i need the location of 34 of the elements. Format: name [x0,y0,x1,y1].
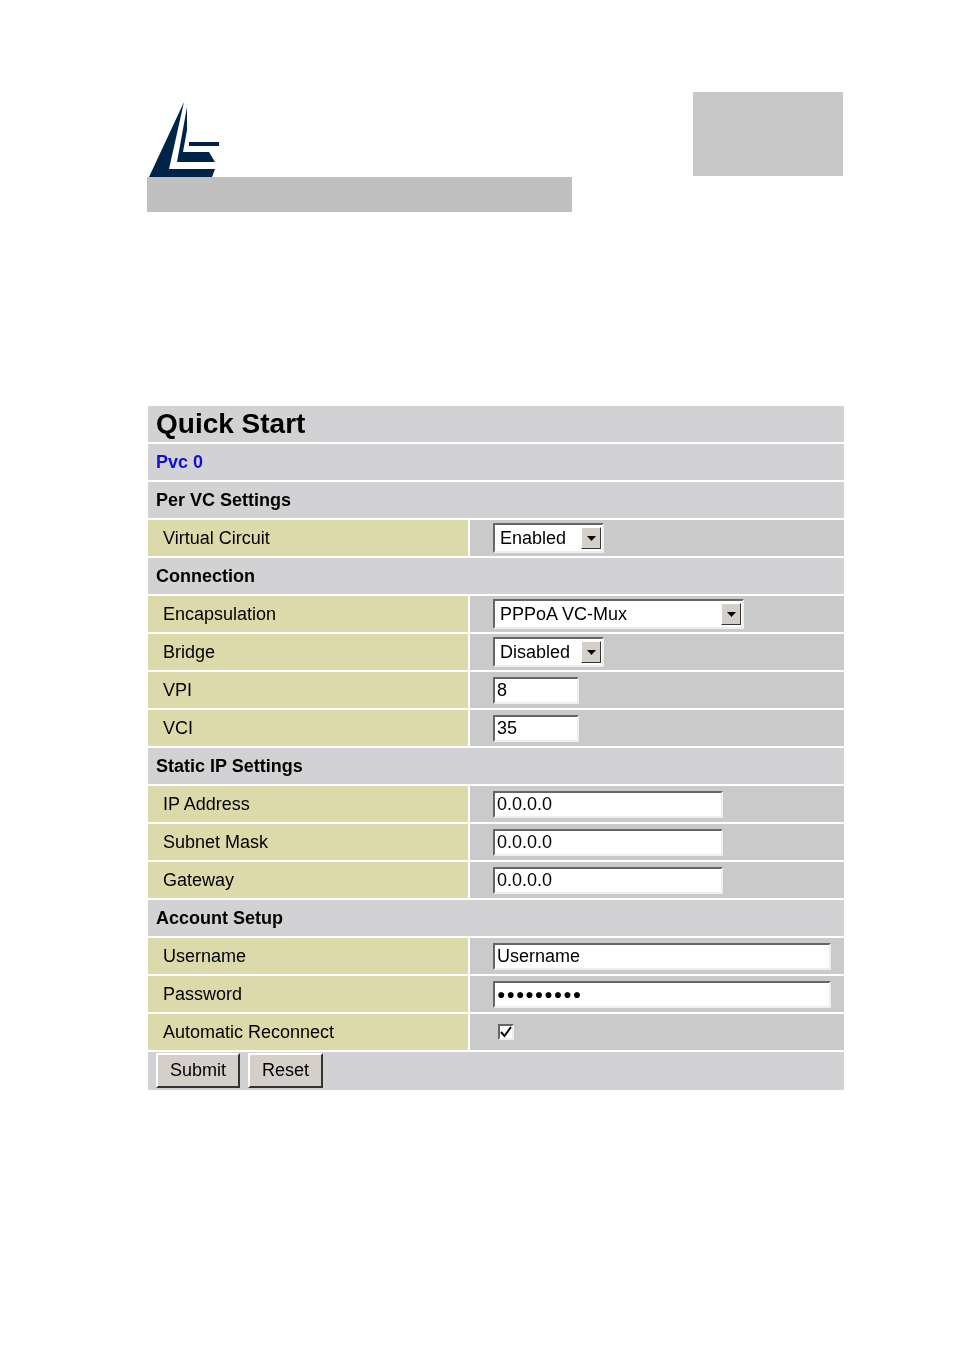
section-heading: Connection [155,565,256,587]
input-field[interactable]: Username [493,942,831,970]
dropdown-arrow-icon [586,649,596,655]
field-label: Subnet Mask [148,824,470,860]
field-label: VCI [148,710,470,746]
pvc-label: Pvc 0 [155,451,205,473]
checkbox[interactable] [498,1024,514,1040]
submit-button[interactable]: Submit [156,1053,241,1088]
dropdown[interactable]: PPPoA VC-Mux [493,599,744,629]
reset-button[interactable]: Reset [248,1053,324,1088]
password-field[interactable]: ●●●●●●●●● [493,980,831,1008]
section-heading: Account Setup [155,907,284,929]
input-field[interactable]: 8 [493,676,579,704]
dropdown[interactable]: Enabled [493,523,604,553]
page-title: Quick Start [155,407,307,441]
field-label: Password [148,976,470,1012]
dropdown-arrow-icon [726,611,736,617]
field-label: Username [148,938,470,974]
dropdown-arrow-icon [586,535,596,541]
field-label: Bridge [148,634,470,670]
field-label: VPI [148,672,470,708]
field-label: Encapsulation [148,596,470,632]
input-field[interactable]: 0.0.0.0 [493,790,723,818]
input-field[interactable]: 0.0.0.0 [493,866,723,894]
logo-icon [149,102,219,177]
field-label: Gateway [148,862,470,898]
section-heading: Per VC Settings [155,489,293,511]
input-field[interactable]: 0.0.0.0 [493,828,723,856]
field-label: IP Address [148,786,470,822]
section-heading: Static IP Settings [155,755,304,777]
field-label: Automatic Reconnect [148,1014,470,1050]
input-field[interactable]: 35 [493,714,579,742]
field-label: Virtual Circuit [148,520,470,556]
dropdown[interactable]: Disabled [493,637,604,667]
